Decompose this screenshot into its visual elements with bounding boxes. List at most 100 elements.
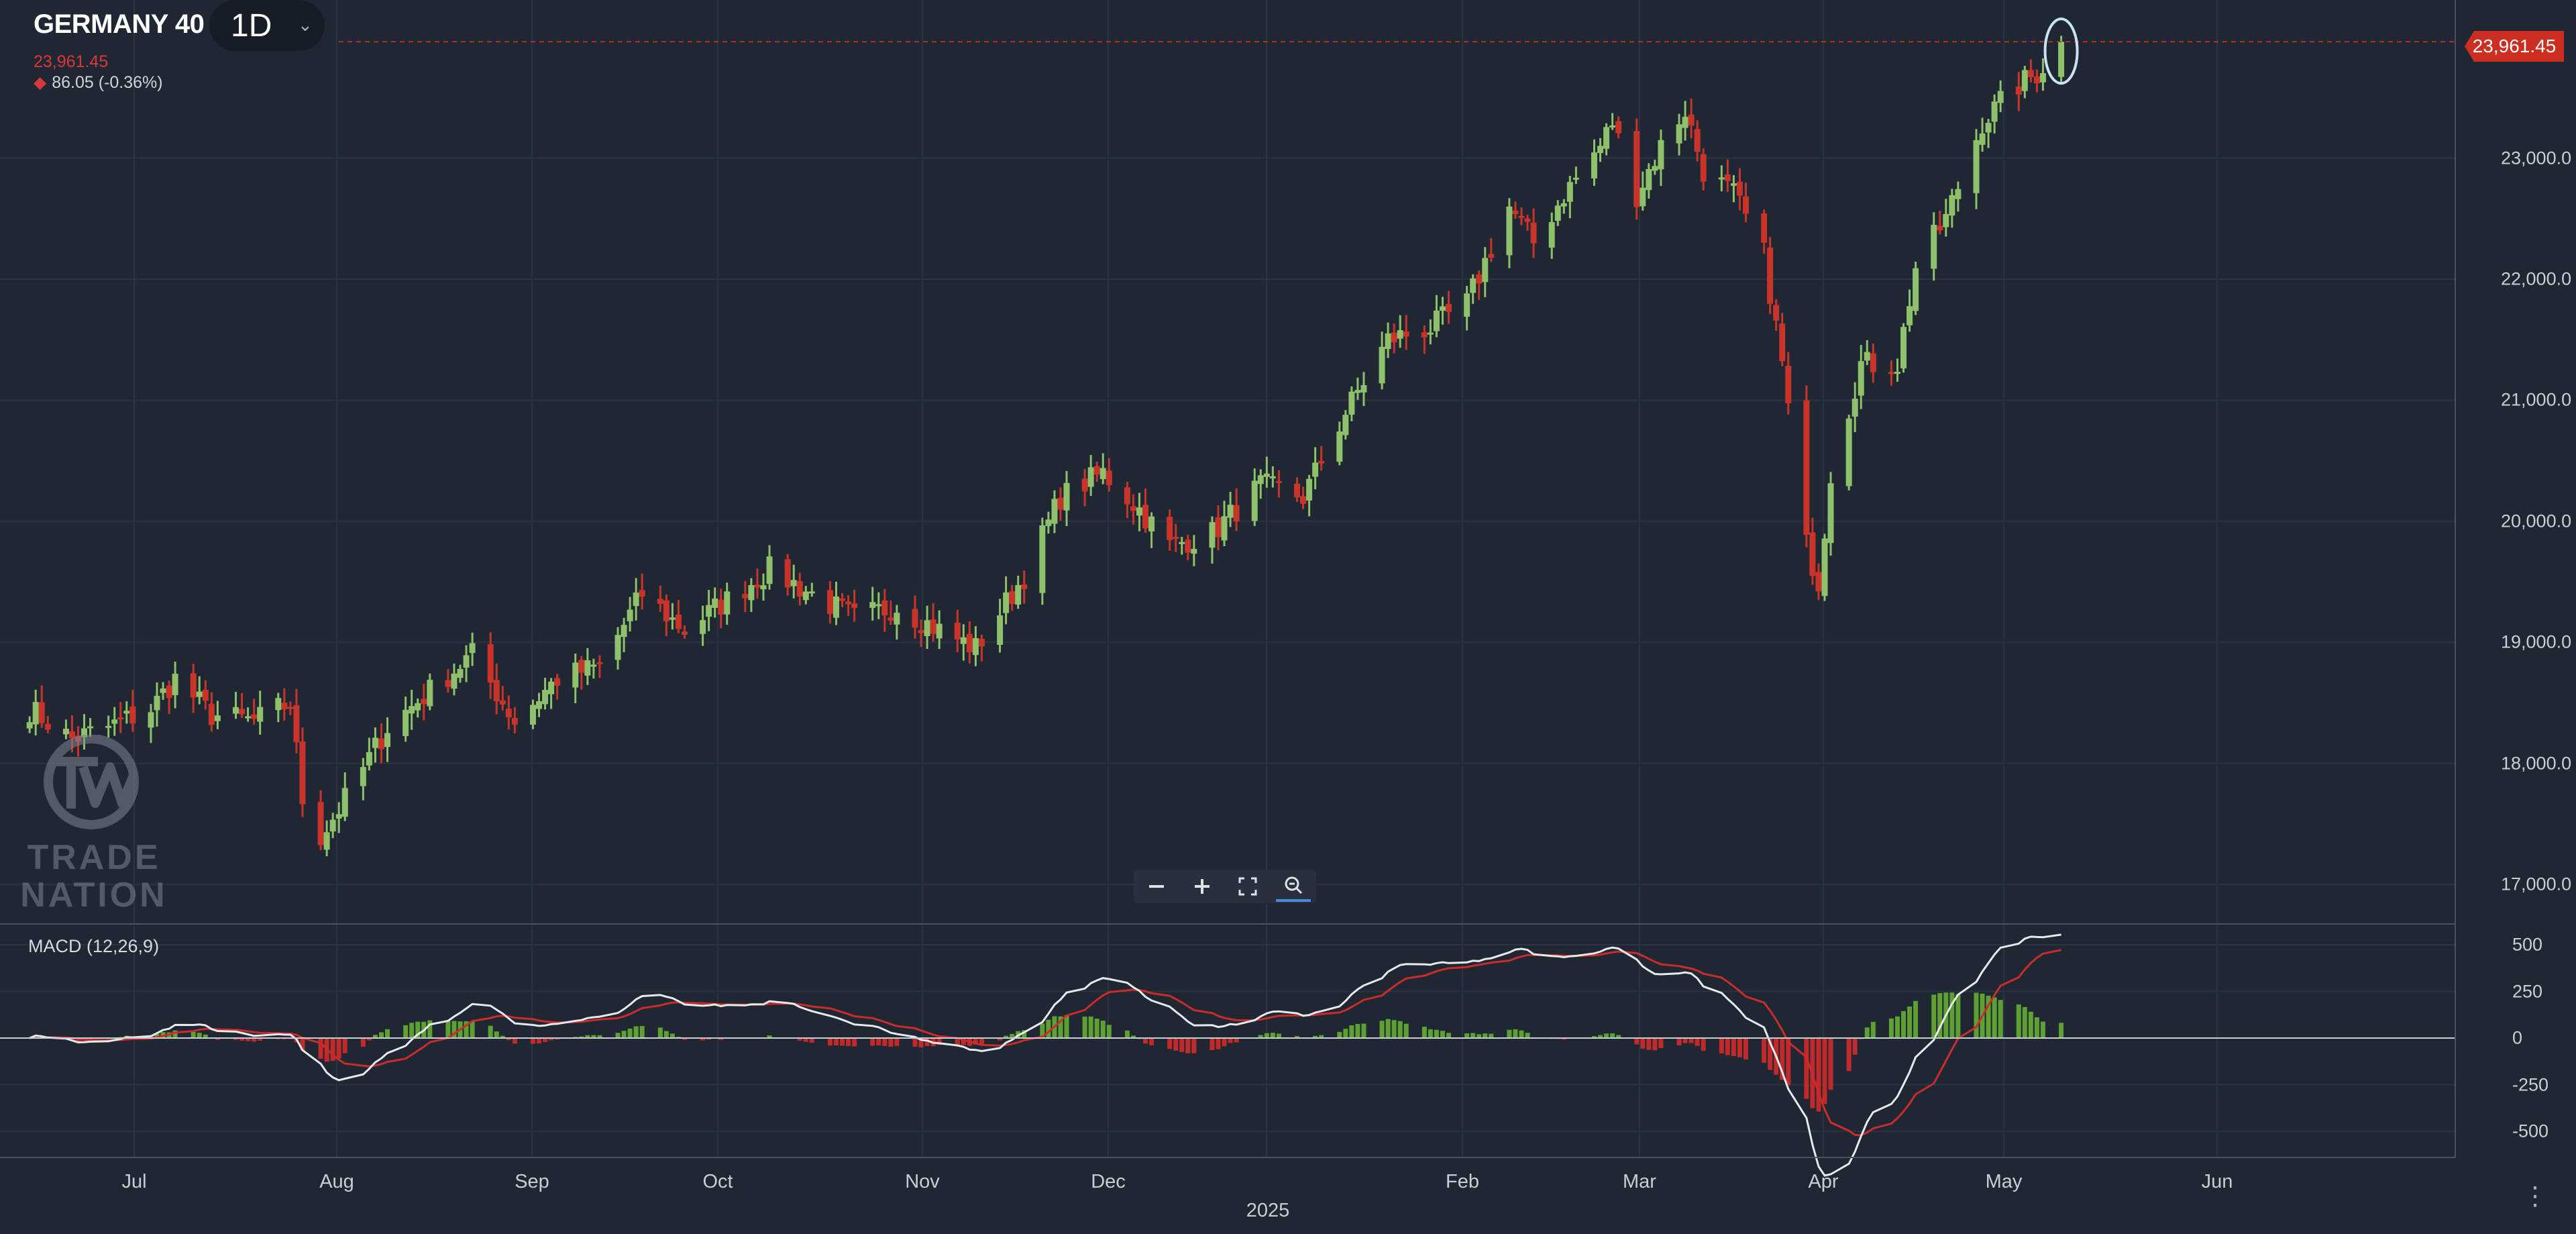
candle [469, 632, 476, 666]
candle [742, 580, 749, 613]
candle [1554, 200, 1561, 226]
time-tick-label: Jul [121, 1171, 147, 1192]
candle [1221, 501, 1228, 546]
macd-bar [1094, 1019, 1099, 1038]
candle [808, 582, 815, 597]
candle [869, 586, 876, 621]
macd-bar [876, 1038, 881, 1045]
candle [1439, 297, 1446, 325]
candle [1985, 119, 1992, 148]
macd-bar [1949, 992, 1955, 1038]
timeframe-selector[interactable]: 1D ⌄ [209, 0, 325, 51]
candle [1167, 509, 1173, 551]
macd-bar [1428, 1029, 1433, 1038]
chart-canvas[interactable] [0, 0, 2576, 1234]
fit-screen-button[interactable] [1230, 872, 1265, 901]
macd-histogram [27, 992, 2064, 1112]
candle [233, 691, 239, 719]
candle [1039, 517, 1046, 605]
macd-bar [1483, 1033, 1488, 1038]
candle [1633, 118, 1640, 220]
candle [833, 581, 839, 625]
candle [548, 678, 555, 709]
candle [1009, 584, 1016, 611]
macd-bar [1046, 1019, 1051, 1038]
candle [663, 595, 669, 637]
candle [1591, 139, 1597, 186]
macd-bar [669, 1033, 675, 1038]
candle [790, 564, 797, 599]
price-change: ◆ 86.05 (-0.36%) [34, 72, 163, 93]
candle [1300, 486, 1307, 509]
candle [1979, 117, 1986, 152]
macd-bar [1731, 1038, 1736, 1056]
candle [1215, 505, 1222, 551]
candle [1488, 238, 1495, 262]
macd-bar [1446, 1033, 1452, 1038]
candle [366, 737, 372, 771]
zoom-out-button[interactable] [1139, 872, 1174, 901]
macd-bar [1992, 997, 1997, 1038]
candle [251, 699, 258, 725]
candle [1397, 315, 1403, 348]
macd-bar [1816, 1038, 1821, 1112]
macd-bar [1719, 1038, 1724, 1053]
macd-bar [470, 1021, 475, 1038]
plus-icon [1195, 879, 1210, 894]
candle [1106, 458, 1112, 492]
macd-bar [657, 1027, 663, 1038]
time-tick-label: Feb [1446, 1171, 1479, 1192]
candle [1257, 469, 1264, 499]
more-options-icon[interactable]: ⋮ [2522, 1181, 2548, 1211]
candle [123, 701, 130, 724]
candle [1312, 447, 1319, 490]
macd-bar [1688, 1038, 1694, 1043]
macd-bar [336, 1038, 341, 1059]
macd-tick-label: -250 [2512, 1074, 2549, 1094]
macd-bar [1701, 1038, 1706, 1051]
candle [796, 572, 803, 606]
candle [706, 590, 712, 631]
candle [281, 688, 288, 721]
candle [1173, 523, 1179, 552]
candle [1124, 482, 1130, 519]
candle [1851, 382, 1858, 432]
candle [826, 580, 833, 624]
zoom-reset-button[interactable] [1276, 871, 1311, 902]
minus-icon [1149, 885, 1164, 888]
macd-lines [29, 933, 2061, 1177]
timeframe-label: 1D [231, 7, 272, 44]
macd-bar [385, 1029, 390, 1038]
candle [748, 578, 755, 613]
macd-bar [1191, 1038, 1197, 1053]
price-tick-label: 17,000.0 [2501, 874, 2572, 894]
macd-bar [1222, 1038, 1227, 1047]
candle [1354, 377, 1361, 400]
macd-bar [2022, 1007, 2027, 1038]
macd-bar [1185, 1038, 1191, 1053]
macd-indicator-label[interactable]: MACD (12,26,9) [28, 936, 159, 957]
candle [299, 727, 306, 817]
candle [978, 635, 985, 662]
candle [1142, 488, 1149, 533]
magnifier-reset-icon [1285, 876, 1303, 894]
candle [1736, 168, 1743, 211]
candle [760, 573, 767, 601]
candle [190, 664, 197, 713]
macd-bar [1216, 1038, 1221, 1049]
macd-bar [1337, 1031, 1342, 1038]
candle [1548, 212, 1555, 259]
candle [675, 600, 682, 633]
macd-bar [1464, 1033, 1470, 1038]
macd-bar [445, 1021, 451, 1038]
candle [936, 610, 943, 650]
macd-bar [1852, 1038, 1858, 1055]
macd-bar [1634, 1038, 1640, 1045]
macd-bar [409, 1023, 415, 1038]
candle [166, 680, 172, 714]
candle [1646, 163, 1652, 199]
macd-bar [633, 1026, 639, 1038]
logo-word-2: NATION [20, 876, 168, 915]
price-tick-label: 20,000.0 [2501, 511, 2572, 531]
zoom-in-button[interactable] [1185, 872, 1220, 901]
